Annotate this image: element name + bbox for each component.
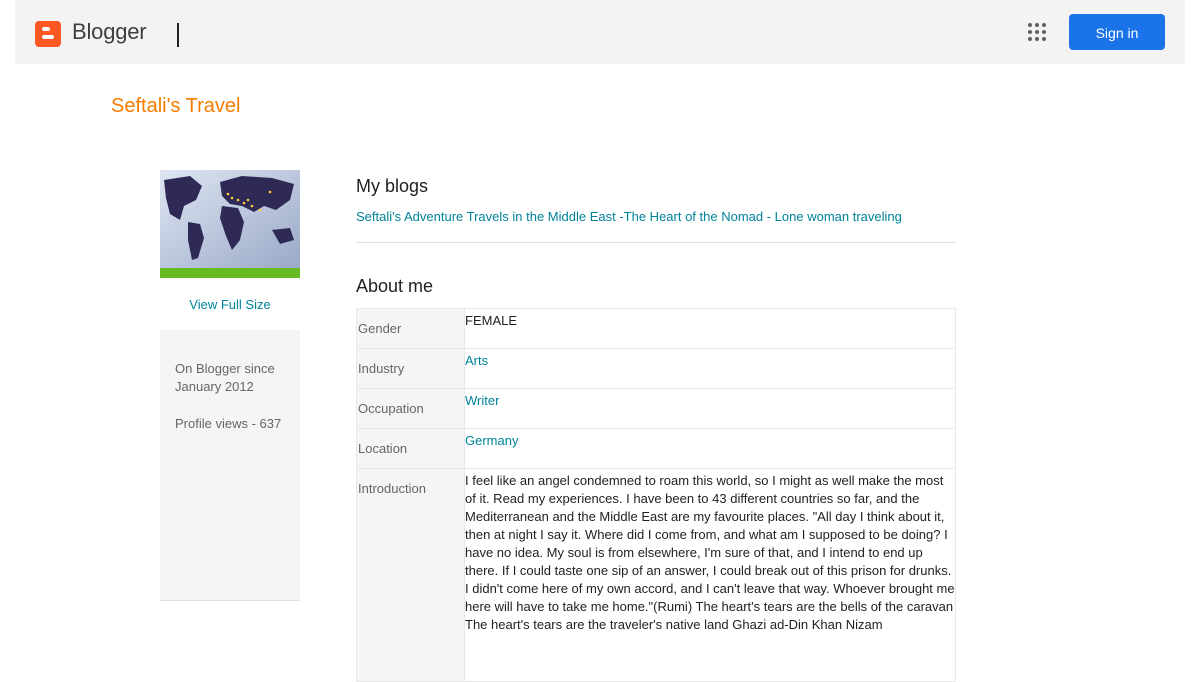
occupation-link[interactable]: Writer [465, 393, 499, 408]
about-me-heading: About me [356, 276, 434, 296]
blogger-logo-icon[interactable] [35, 21, 61, 47]
my-blogs-heading: My blogs [356, 176, 429, 196]
introduction-text: I feel like an angel condemned to roam t… [464, 468, 956, 682]
location-label: Location [356, 428, 465, 469]
site-title[interactable]: Seftali's Travel [111, 95, 240, 118]
table-row: Gender FEMALE [356, 308, 956, 349]
about-table: Gender FEMALE Industry Arts Occupation W… [356, 308, 956, 682]
table-row: Industry Arts [356, 348, 956, 389]
sign-in-button[interactable]: Sign in [1069, 14, 1165, 50]
profile-sidebar: On Blogger since January 2012 Profile vi… [160, 330, 300, 601]
industry-link[interactable]: Arts [465, 353, 488, 368]
location-cell: Germany [464, 428, 956, 469]
occupation-label: Occupation [356, 388, 465, 429]
industry-label: Industry [356, 348, 465, 389]
introduction-label: Introduction [356, 468, 465, 682]
view-full-size-link[interactable]: View Full Size [160, 297, 300, 312]
top-bar: Blogger Sign in [15, 0, 1185, 64]
occupation-cell: Writer [464, 388, 956, 429]
location-link[interactable]: Germany [465, 433, 518, 448]
section-divider [356, 242, 956, 243]
blog-link[interactable]: Seftali's Adventure Travels in the Middl… [356, 209, 902, 224]
table-row: Introduction I feel like an angel condem… [356, 468, 956, 682]
header-divider [177, 23, 179, 47]
table-row: Location Germany [356, 428, 956, 469]
blogger-since: On Blogger since January 2012 [175, 361, 275, 394]
gender-label: Gender [356, 308, 465, 349]
profile-views: Profile views - 637 [175, 416, 282, 431]
apps-grid-icon[interactable] [1028, 23, 1046, 41]
logo-text[interactable]: Blogger [72, 19, 147, 45]
table-row: Occupation Writer [356, 388, 956, 429]
gender-value: FEMALE [464, 308, 956, 349]
profile-image[interactable] [160, 170, 300, 278]
industry-cell: Arts [464, 348, 956, 389]
